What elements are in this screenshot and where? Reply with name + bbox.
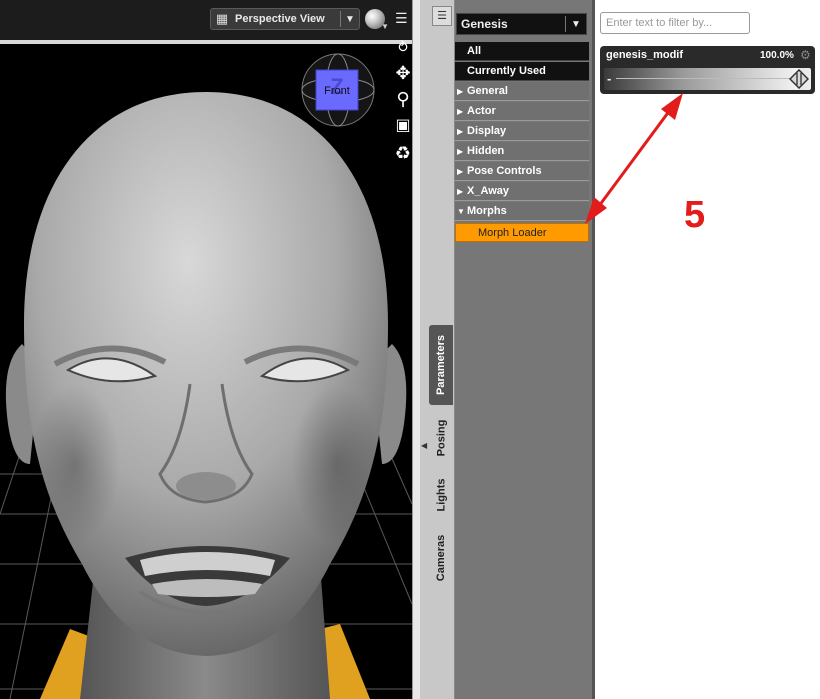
slider-minus: -	[607, 71, 612, 86]
tree-item-label: General	[467, 85, 508, 97]
nose-tip	[176, 472, 236, 500]
cheek-shade-left	[30, 384, 120, 544]
tree-item-label: Currently Used	[467, 65, 546, 77]
tree-group-pose-controls[interactable]: ▶ Pose Controls	[455, 162, 589, 181]
tree-group-display[interactable]: ▶ Display	[455, 122, 589, 141]
filter-input[interactable]	[600, 12, 750, 34]
tree-item-label: Display	[467, 125, 507, 137]
tree-item-label: Actor	[467, 105, 496, 117]
tree-item-label: Morph Loader	[478, 227, 547, 239]
tree-item-morph-loader[interactable]: Morph Loader	[455, 223, 589, 242]
tab-label: Parameters	[435, 335, 447, 395]
viewport[interactable]: ▦ Perspective View ▼ ▼ ☰ Z Front ⥁ ✥ ⚲ ▣…	[0, 0, 420, 699]
navigation-gizmo[interactable]: Z Front	[301, 53, 375, 127]
tree-item-label: Hidden	[467, 145, 505, 157]
side-tab-bar: Parameters Posing Lights Cameras	[420, 0, 455, 699]
expand-arrow-icon: ▶	[457, 107, 464, 116]
slider-center-line	[616, 78, 798, 79]
step-number: 5	[684, 194, 706, 236]
pan-icon[interactable]: ✥	[392, 62, 414, 84]
gear-icon[interactable]: ⚙	[800, 48, 811, 62]
view-label: Perspective View	[235, 13, 325, 25]
tree-group-actor[interactable]: ▶ Actor	[455, 102, 589, 121]
camera-view-icon: ▦	[215, 11, 229, 26]
tab-label: Lights	[435, 478, 447, 512]
node-select[interactable]: Genesis ▼	[456, 13, 587, 35]
rotate-icon[interactable]: ⥁	[392, 36, 414, 58]
chevron-down-icon: ▼	[345, 13, 355, 25]
tree-item-label: X_Away	[467, 185, 509, 197]
tree-item-all[interactable]: All	[455, 42, 589, 61]
collapse-arrow-icon: ▼	[457, 207, 465, 216]
scene-canvas[interactable]: Z Front	[0, 44, 412, 699]
tree-group-hidden[interactable]: ▶ Hidden	[455, 142, 589, 161]
draw-style-arrow-icon[interactable]: ▼	[381, 22, 389, 31]
slider-fill	[604, 68, 799, 90]
zoom-icon[interactable]: ⚲	[392, 88, 414, 110]
tree-group-x-away[interactable]: ▶ X_Away	[455, 182, 589, 201]
viewport-header: ▦ Perspective View ▼ ▼ ☰	[0, 0, 420, 40]
slider-track[interactable]: -	[604, 68, 811, 90]
tree-item-label: Morphs	[467, 205, 507, 217]
parameter-list: genesis_modif 100.0% ⚙ -	[592, 0, 820, 699]
property-slider[interactable]: genesis_modif 100.0% ⚙ -	[600, 46, 815, 94]
tab-cameras[interactable]: Cameras	[429, 525, 453, 590]
pane-menu-icon[interactable]: ☰	[432, 6, 452, 26]
tab-parameters[interactable]: Parameters	[429, 325, 453, 405]
tab-label: Posing	[435, 419, 448, 457]
expand-arrow-icon: ▶	[457, 87, 464, 96]
collapse-arrow-icon[interactable]: ◀	[421, 441, 427, 450]
tree-item-label: All	[467, 45, 482, 57]
expand-arrow-icon: ▶	[457, 187, 464, 196]
expand-arrow-icon: ▶	[457, 167, 464, 176]
viewport-right-edge	[412, 0, 420, 699]
tab-lights[interactable]: Lights	[429, 470, 453, 520]
chevron-down-icon: ▼	[571, 18, 581, 30]
tree-item-currently-used[interactable]: Currently Used	[455, 62, 589, 81]
slider-value[interactable]: 100.0%	[760, 50, 794, 61]
tree-group-general[interactable]: ▶ General	[455, 82, 589, 101]
node-select-label: Genesis	[461, 17, 508, 31]
expand-arrow-icon: ▶	[457, 147, 464, 156]
category-tree: Genesis ▼ All Currently Used ▶ General ▶ A…	[455, 0, 592, 699]
gizmo-face-label: Front	[324, 85, 350, 97]
teeth-lower	[152, 579, 262, 597]
viewport-menu-icon[interactable]: ☰	[395, 10, 411, 26]
cheek-shade-right	[292, 384, 382, 544]
view-select[interactable]: ▦ Perspective View ▼	[210, 8, 360, 30]
tab-label: Cameras	[435, 534, 448, 581]
slider-name: genesis_modif	[606, 49, 684, 61]
tree-group-morphs[interactable]: ▼ Morphs	[455, 202, 589, 221]
tree-item-label: Pose Controls	[467, 165, 542, 177]
slider-thumb[interactable]	[789, 69, 809, 89]
frame-icon[interactable]: ▣	[392, 115, 414, 137]
expand-arrow-icon: ▶	[457, 127, 464, 136]
orbit-icon[interactable]: ♻	[392, 142, 414, 164]
tab-posing[interactable]: Posing	[429, 410, 453, 466]
